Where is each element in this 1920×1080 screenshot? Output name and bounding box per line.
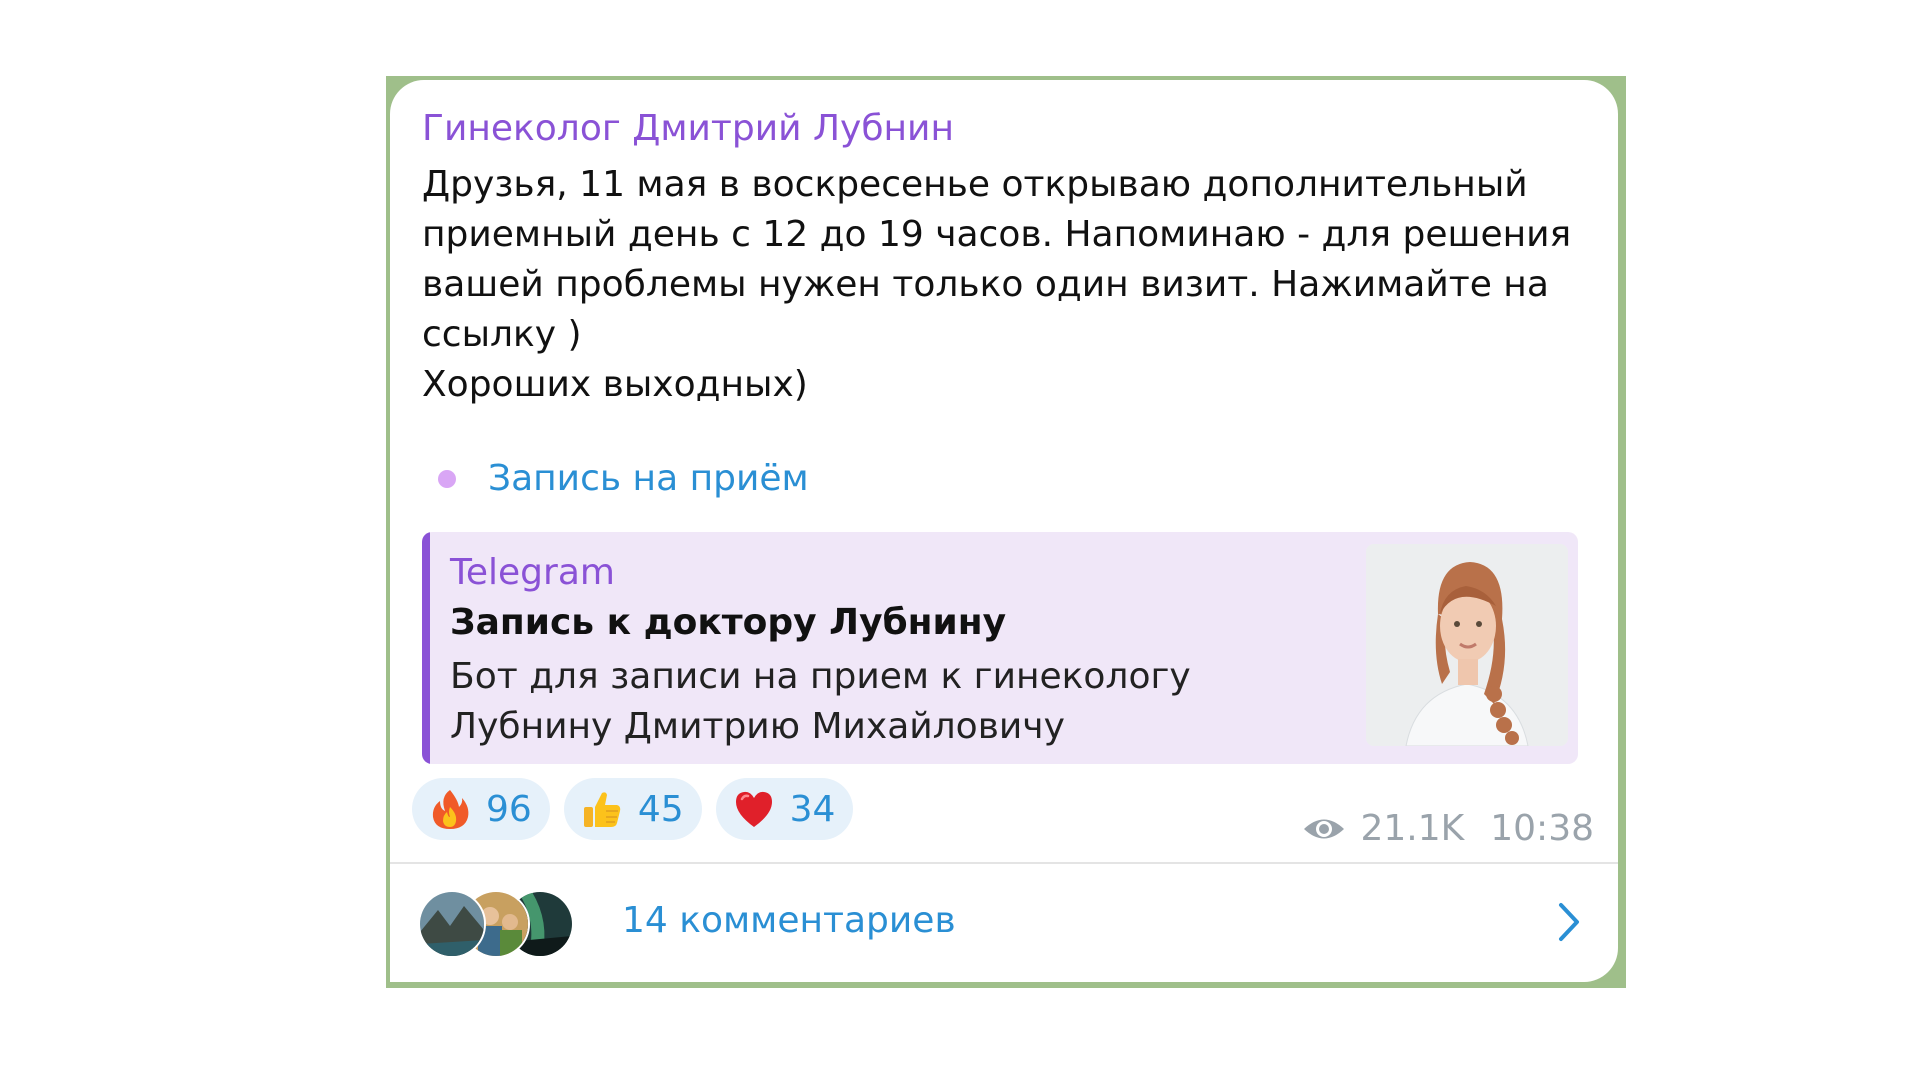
preview-title: Запись к доктору Лубнину <box>450 602 1007 643</box>
preview-accent-bar <box>422 532 430 764</box>
reaction-fire[interactable]: 96 <box>412 778 550 840</box>
bullet-dot-icon <box>438 469 456 488</box>
comments-button[interactable]: 14 комментариев <box>390 864 1618 982</box>
booking-link[interactable]: Запись на приём <box>438 458 809 499</box>
fire-icon <box>432 790 469 829</box>
booking-link-label[interactable]: Запись на приём <box>488 458 809 499</box>
message-time: 10:38 <box>1490 808 1594 849</box>
commenter-avatars <box>418 890 578 958</box>
message-meta: 21.1K 10:38 <box>1302 808 1594 849</box>
reaction-heart[interactable]: 34 <box>715 778 854 840</box>
reaction-count: 45 <box>637 788 684 830</box>
reaction-thumbs-up[interactable]: 45 <box>563 778 702 840</box>
reaction-count: 34 <box>789 788 836 830</box>
doctor-photo <box>1366 544 1568 746</box>
chevron-right-icon <box>1559 903 1579 941</box>
preview-site-name: Telegram <box>450 552 615 593</box>
reactions-bar: 96 45 34 <box>412 778 854 840</box>
preview-thumbnail[interactable] <box>1366 544 1568 746</box>
views-eye-icon <box>1304 819 1345 838</box>
link-preview[interactable]: Telegram Запись к доктору Лубнину Бот дл… <box>422 532 1578 764</box>
thumbs-up-icon <box>583 792 621 827</box>
reaction-count: 96 <box>486 788 532 830</box>
avatar <box>418 890 486 958</box>
screen: Гинеколог Дмитрий Лубнин Друзья, 11 мая … <box>0 0 1920 1080</box>
heart-icon <box>735 791 772 827</box>
message-bubble: Гинеколог Дмитрий Лубнин Друзья, 11 мая … <box>390 80 1618 982</box>
views-count: 21.1K <box>1360 808 1465 849</box>
comments-count-label: 14 комментариев <box>622 900 956 941</box>
message-text: Друзья, 11 мая в воскресенье открываю до… <box>422 164 1572 405</box>
preview-description: Бот для записи на прием к гинекологу Луб… <box>450 656 1191 747</box>
channel-name[interactable]: Гинеколог Дмитрий Лубнин <box>422 108 954 149</box>
